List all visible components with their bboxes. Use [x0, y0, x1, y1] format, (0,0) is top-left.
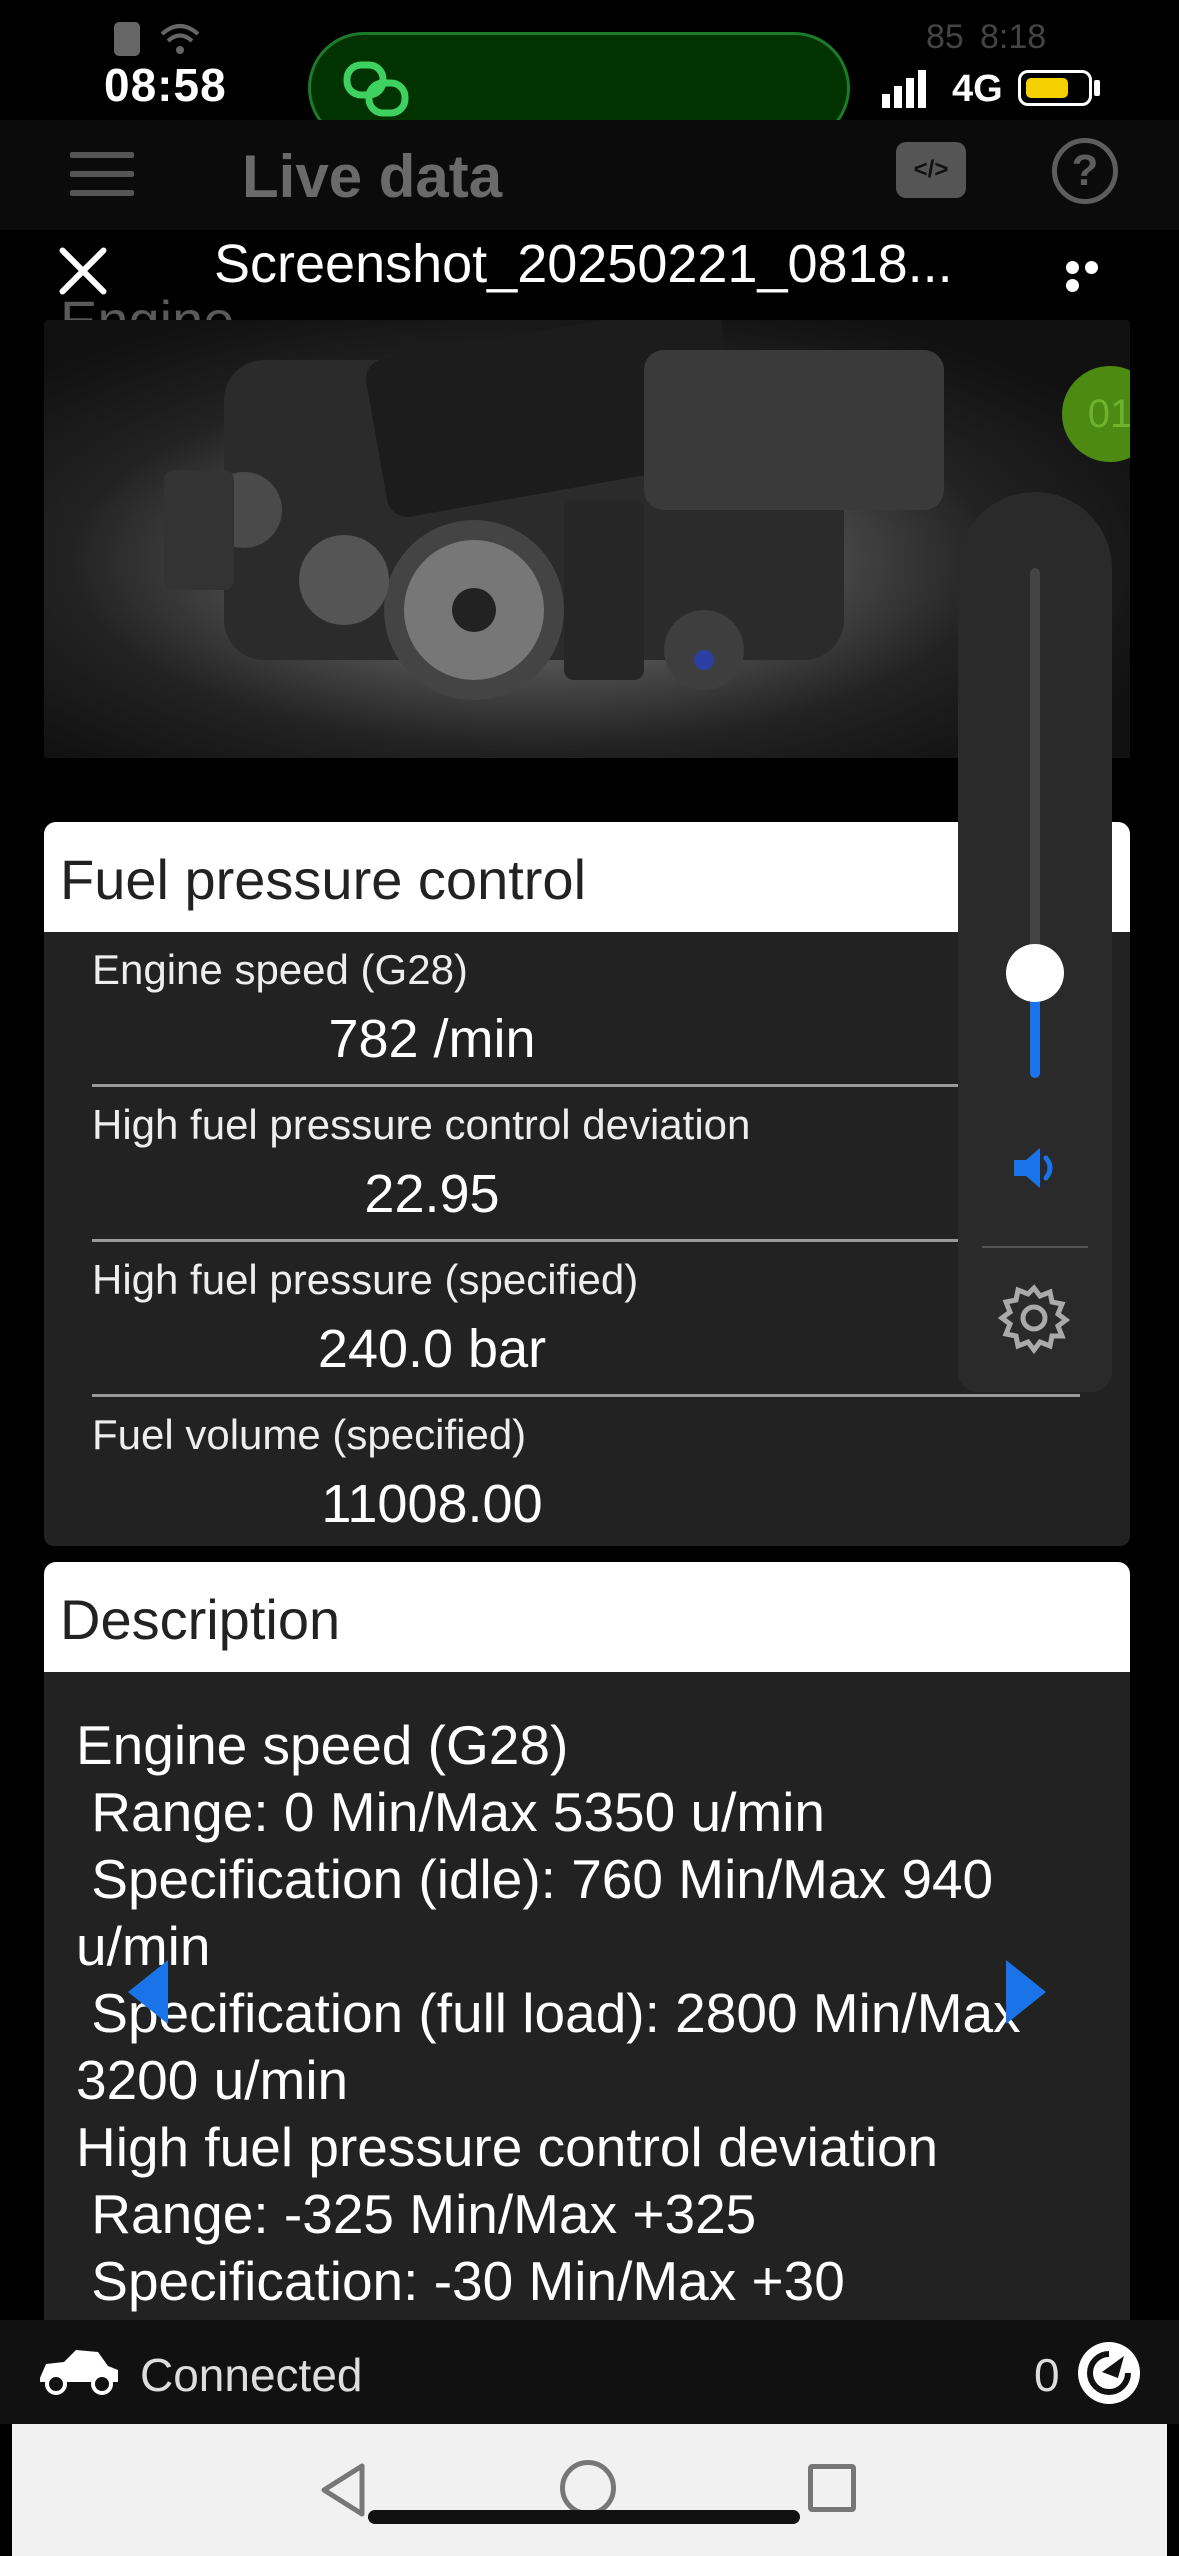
menu-icon[interactable]	[70, 152, 134, 196]
ghost-clock: 8:18	[980, 18, 1047, 56]
connection-status: Connected	[140, 2349, 363, 2401]
gear-icon[interactable]	[998, 1282, 1070, 1354]
data-row: Fuel volume (specified) 11008.00	[92, 1397, 1080, 1551]
row-value: 240.0 bar	[317, 1319, 547, 1379]
clock: 08:58	[104, 59, 227, 111]
system-nav-bar	[12, 2424, 1167, 2556]
more-icon[interactable]	[1066, 261, 1122, 292]
description-title: Description	[44, 1562, 1130, 1672]
app-title: Live data	[242, 143, 503, 210]
connection-status-bar: Connected 0	[0, 2320, 1179, 2424]
car-icon	[40, 2350, 118, 2395]
status-bar: 08:58 85 8:18 4G	[0, 0, 1179, 144]
data-row: High fuel pressure control deviation 22.…	[92, 1087, 1080, 1242]
row-value: 11008.00	[321, 1474, 543, 1534]
link-icon	[343, 61, 409, 117]
volume-panel	[958, 492, 1112, 1392]
home-icon[interactable]	[560, 2460, 616, 2516]
signal-icon	[882, 70, 926, 108]
row-value: 22.95	[364, 1164, 500, 1224]
row-label: High fuel pressure control deviation	[92, 1101, 751, 1148]
alert-icon	[114, 22, 140, 56]
home-indicator[interactable]	[368, 2510, 800, 2524]
back-icon[interactable]	[318, 2462, 370, 2518]
description-text: Engine speed (G28) Range: 0 Min/Max 5350…	[76, 1714, 1021, 2312]
next-arrow-icon[interactable]	[1006, 1960, 1046, 2024]
viewer-toolbar: Screenshot_20250221_0818...	[0, 215, 1179, 345]
recents-icon[interactable]	[808, 2464, 856, 2512]
battery-cap	[1094, 80, 1100, 96]
previous-arrow-icon[interactable]	[128, 1960, 168, 2024]
code-icon[interactable]: </>	[896, 142, 966, 198]
row-label: High fuel pressure (specified)	[92, 1256, 639, 1303]
volume-slider-knob[interactable]	[1006, 944, 1064, 1002]
volume-divider	[982, 1246, 1088, 1248]
app-header: Live data </> ?	[0, 120, 1179, 230]
help-icon[interactable]: ?	[1052, 138, 1118, 204]
speaker-icon[interactable]	[1010, 1142, 1062, 1194]
message-count: 0	[1034, 2349, 1060, 2401]
battery-icon	[1018, 70, 1092, 106]
sync-icon[interactable]	[1078, 2342, 1140, 2404]
row-label: Fuel volume (specified)	[92, 1411, 527, 1458]
viewer-title: Screenshot_20250221_0818...	[214, 234, 953, 294]
wifi-icon	[160, 24, 200, 54]
data-row: Engine speed (G28) 782 /min	[92, 932, 1080, 1087]
row-label: Engine speed (G28)	[92, 946, 468, 993]
ghost-battery-level: 85	[926, 18, 964, 56]
network-type: 4G	[952, 68, 1003, 110]
row-value: 782 /min	[328, 1009, 536, 1069]
data-row: High fuel pressure (specified) 240.0 bar	[92, 1242, 1080, 1397]
close-icon[interactable]	[56, 243, 112, 299]
